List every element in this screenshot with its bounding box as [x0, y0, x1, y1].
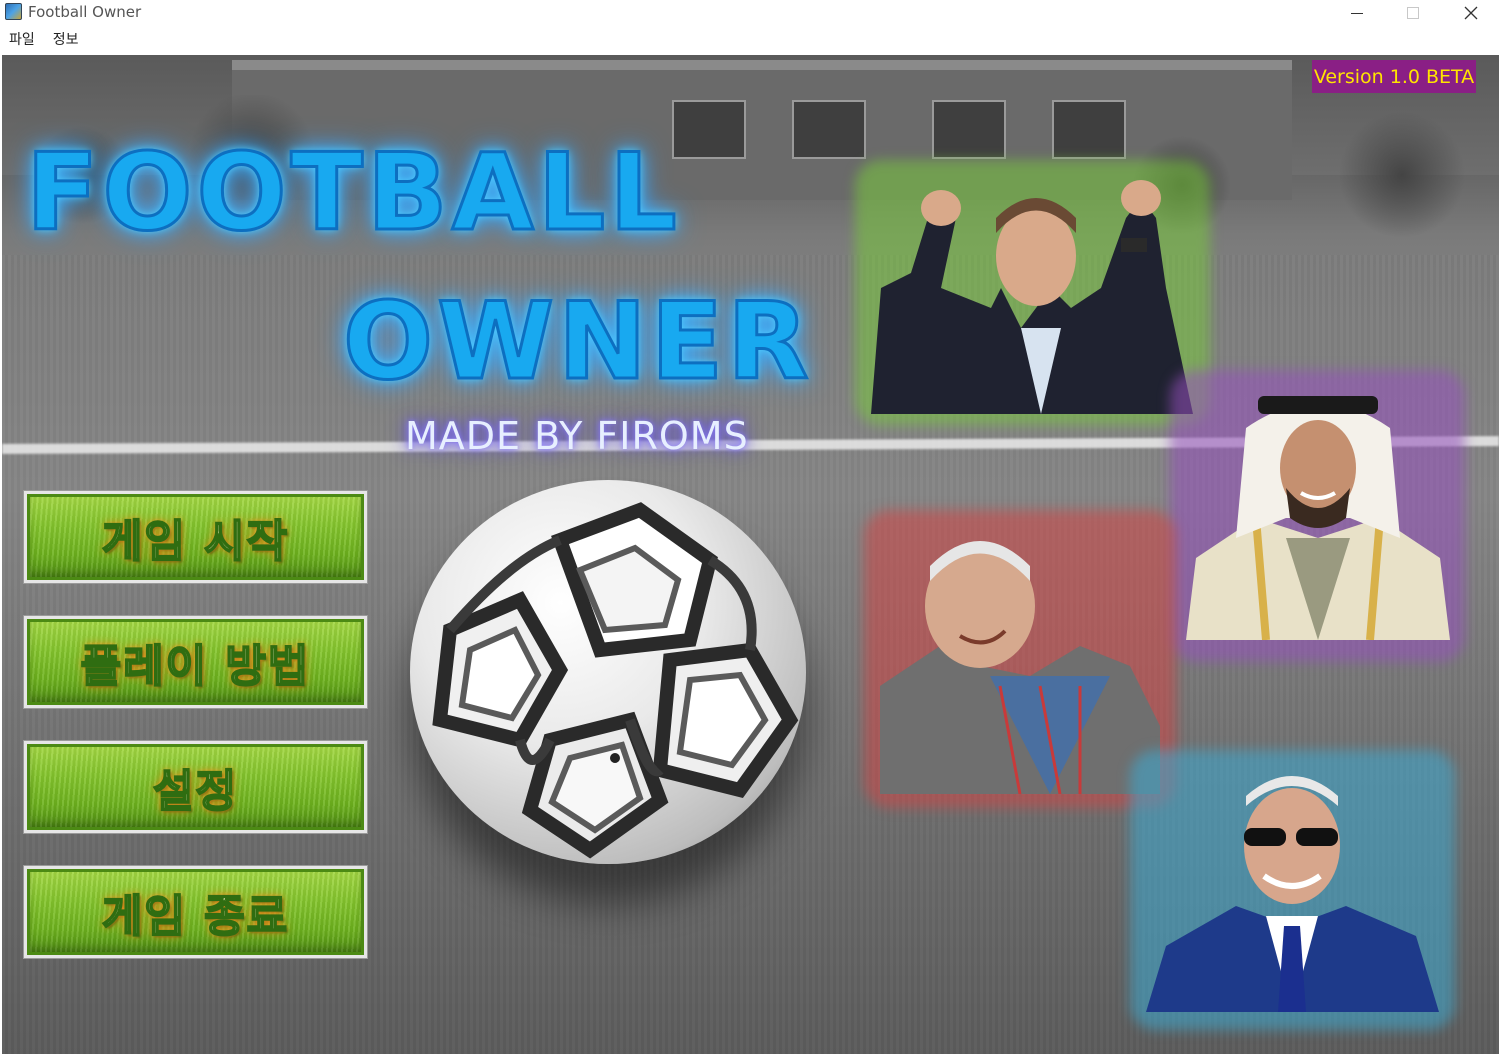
quit-game-button[interactable]: 게임 종료 — [23, 865, 368, 959]
quit-game-label: 게임 종료 — [101, 890, 290, 943]
menu-bar: 파일 정보 — [0, 26, 1501, 52]
close-icon — [1464, 6, 1478, 20]
how-to-play-label: 플레이 방법 — [80, 640, 311, 693]
maximize-icon — [1407, 7, 1419, 19]
game-subtitle: MADE BY FIROMS — [405, 414, 749, 458]
minimize-button[interactable] — [1328, 0, 1386, 26]
menu-info[interactable]: 정보 — [44, 29, 88, 49]
window-title: Football Owner — [28, 3, 142, 21]
soccer-ball-image — [410, 480, 806, 864]
owner-portrait-1 — [855, 160, 1210, 425]
owner-photo — [871, 178, 1193, 414]
game-title-line1: FOOTBALL — [25, 131, 681, 254]
version-badge: Version 1.0 BETA — [1312, 60, 1476, 93]
owner-portrait-4 — [1130, 750, 1455, 1030]
maximize-button[interactable] — [1384, 0, 1442, 26]
owner-photo — [880, 526, 1160, 794]
how-to-play-button[interactable]: 플레이 방법 — [23, 615, 368, 709]
start-game-label: 게임 시작 — [101, 515, 290, 568]
title-bar: Football Owner — [0, 0, 1501, 26]
settings-label: 설정 — [152, 765, 238, 818]
menu-file[interactable]: 파일 — [0, 29, 44, 49]
settings-button[interactable]: 설정 — [23, 740, 368, 834]
app-icon — [5, 3, 22, 20]
owner-photo — [1186, 388, 1450, 640]
close-button[interactable] — [1442, 0, 1500, 26]
start-game-button[interactable]: 게임 시작 — [23, 490, 368, 584]
minimize-icon — [1351, 12, 1363, 14]
owner-portrait-2 — [1170, 370, 1465, 662]
owner-photo — [1146, 766, 1439, 1012]
game-title-line2: OWNER — [342, 280, 813, 403]
game-viewport: Version 1.0 BETA FOOTBALL OWNER MADE BY … — [2, 55, 1499, 1054]
